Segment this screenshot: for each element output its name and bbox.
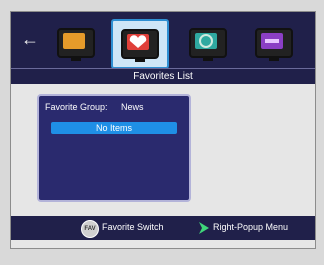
satellite-dish-icon: [199, 34, 213, 48]
favorites-panel: Favorite Group: News No Items: [37, 94, 191, 202]
favorite-switch-label: Favorite Switch: [102, 222, 164, 232]
fav-button-icon: FAV: [81, 220, 99, 238]
tv-stand: [203, 58, 213, 61]
right-arrow-icon: [199, 222, 209, 234]
media-tv-icon[interactable]: [251, 21, 297, 65]
tv-screen: [127, 34, 149, 50]
tv-stand: [135, 59, 145, 62]
menu-icon-bar: ←: [11, 12, 315, 69]
all-channels-tv-icon[interactable]: [53, 21, 99, 65]
tv-stand: [71, 58, 81, 61]
tv-screen: [261, 33, 283, 49]
tv-stand: [269, 58, 279, 61]
favorite-group-label: Favorite Group:: [45, 102, 108, 112]
heart-icon: [129, 35, 147, 48]
list-item[interactable]: No Items: [51, 122, 177, 134]
tv-screen: [195, 33, 217, 49]
tv-frame: [57, 28, 95, 61]
satellite-tv-icon[interactable]: [185, 21, 231, 65]
favorite-group-value: News: [121, 102, 144, 112]
tv-frame: [121, 29, 159, 62]
media-bars-icon: [265, 39, 279, 43]
favorites-heart-tv-icon[interactable]: [111, 19, 169, 69]
tv-frame: [189, 28, 227, 61]
tv-screen: [63, 33, 85, 49]
footer-hint-bar: FAV Favorite Switch Right-Popup Menu: [11, 216, 315, 240]
tv-menu-screen: ← Favorites List Favorite Group: News No…: [10, 11, 316, 249]
tv-frame: [255, 28, 293, 61]
left-arrow-icon[interactable]: ←: [21, 29, 43, 49]
page-title: Favorites List: [11, 68, 315, 84]
right-popup-menu-label: Right-Popup Menu: [213, 222, 289, 232]
